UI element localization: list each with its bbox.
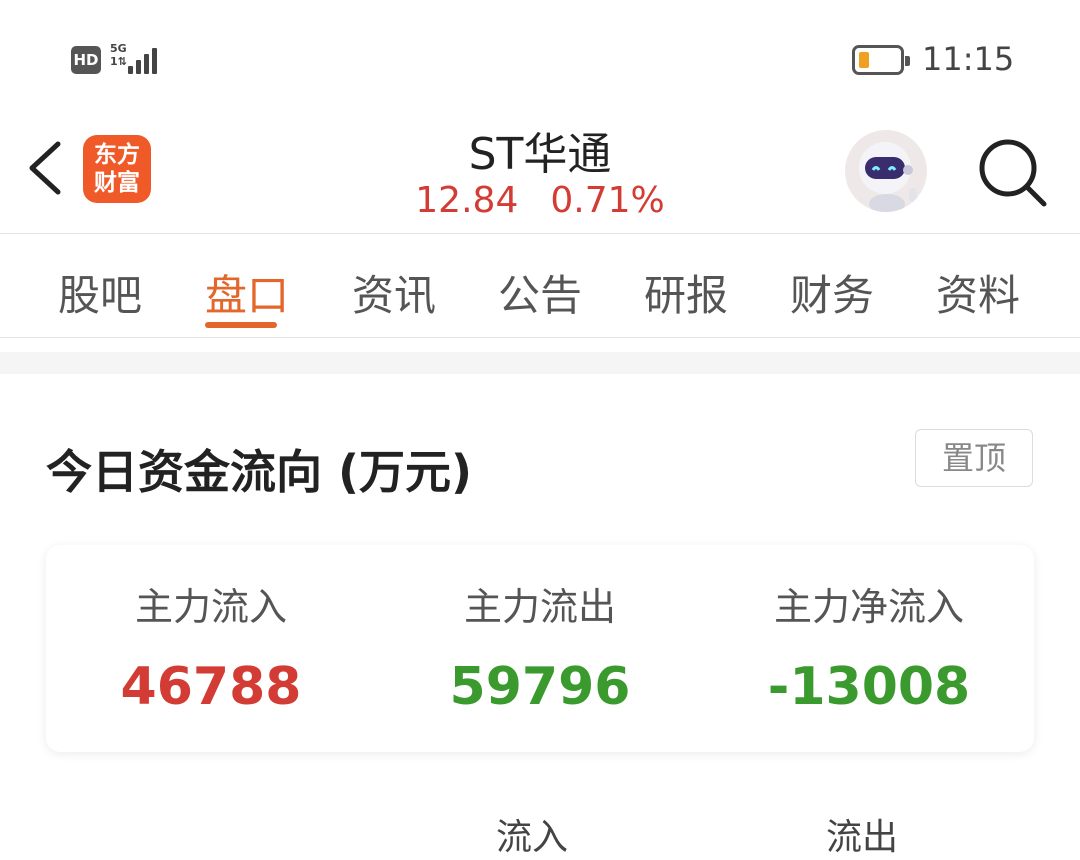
signal-icon (128, 44, 164, 74)
stock-change-percent: 0.71% (550, 180, 665, 221)
main-net-inflow-label: 主力净流入 (773, 585, 964, 629)
section-spacer (0, 352, 1080, 374)
main-inflow-value: 46788 (120, 657, 302, 717)
main-net-inflow: 主力净流入 -13008 (704, 583, 1034, 715)
status-bar: HD 5G 1⇅ 11:15 (0, 0, 1080, 110)
stock-header: 东方 财富 ST华通 12.84 0.71% (0, 110, 1080, 234)
tab-research[interactable]: 研报 (626, 262, 746, 323)
tab-announcements[interactable]: 公告 (480, 262, 600, 323)
main-net-inflow-value: -13008 (767, 657, 971, 717)
main-inflow: 主力流入 46788 (46, 583, 376, 715)
clock: 11:15 (922, 40, 1015, 78)
table-header-outflow: 流出 (826, 817, 899, 858)
stock-name: ST华通 (468, 129, 612, 180)
table-header-inflow: 流入 (496, 817, 569, 858)
tab-bar: 股吧 盘口 资讯 公告 研报 财务 资料 (0, 234, 1080, 337)
back-button[interactable] (24, 138, 68, 198)
ai-assistant-avatar[interactable] (845, 130, 927, 212)
tab-guba[interactable]: 股吧 (40, 262, 160, 323)
battery-icon (852, 45, 910, 75)
main-outflow: 主力流出 59796 (375, 583, 705, 715)
network-type: 5G 1⇅ (110, 42, 127, 68)
main-outflow-label: 主力流出 (463, 585, 616, 629)
robot-icon (859, 142, 917, 212)
fund-flow-card: 主力流入 46788 主力流出 59796 主力净流入 -13008 (46, 545, 1034, 752)
search-icon (979, 139, 1047, 207)
app-logo[interactable]: 东方 财富 (83, 135, 151, 203)
main-inflow-label: 主力流入 (134, 585, 287, 629)
active-tab-indicator (205, 322, 277, 328)
pin-to-top-button[interactable]: 置顶 (915, 429, 1033, 487)
section-title: 今日资金流向 (万元) (46, 445, 473, 499)
tab-pankou[interactable]: 盘口 (187, 262, 307, 323)
stock-price: 12.84 (415, 180, 519, 221)
tab-finance[interactable]: 财务 (772, 262, 892, 323)
main-outflow-value: 59796 (449, 657, 631, 717)
tab-news[interactable]: 资讯 (334, 262, 454, 323)
tab-profile[interactable]: 资料 (918, 262, 1038, 323)
divider (0, 337, 1080, 338)
chevron-left-icon (29, 141, 61, 195)
hd-icon: HD (71, 46, 101, 74)
search-button[interactable] (972, 132, 1052, 212)
price-line: 12.84 0.71% (340, 180, 740, 221)
